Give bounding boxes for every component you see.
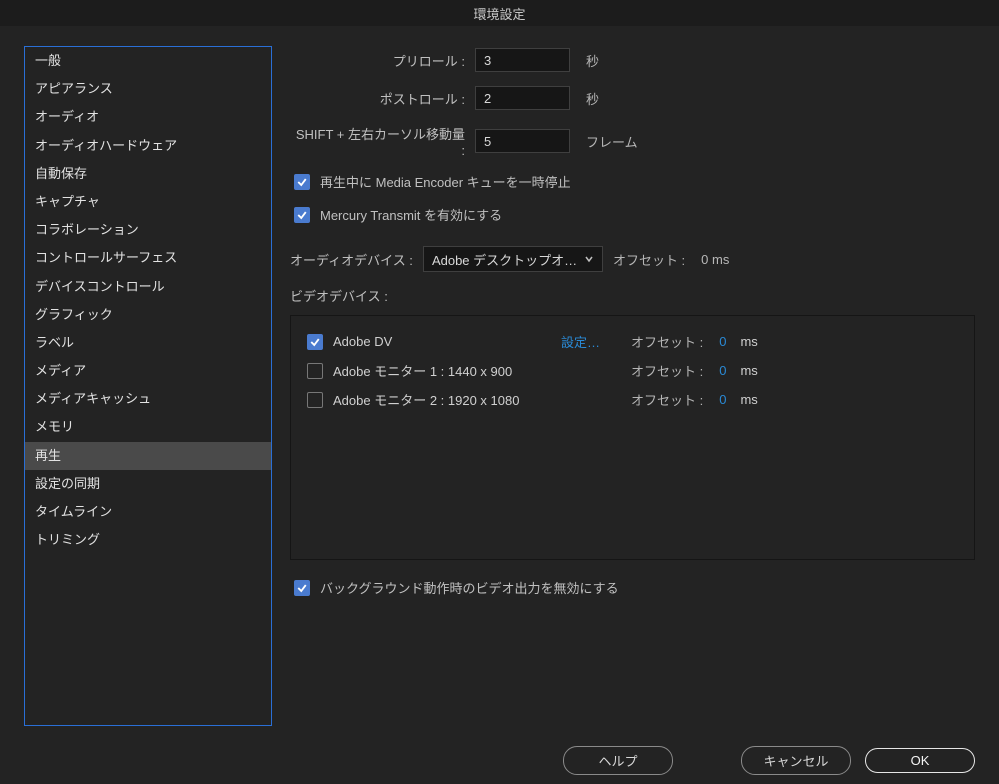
check-icon	[296, 176, 308, 188]
postroll-unit: 秒	[586, 89, 599, 108]
sidebar-item[interactable]: メモリ	[25, 413, 271, 441]
sidebar-item[interactable]: タイムライン	[25, 498, 271, 526]
sidebar-item[interactable]: 一般	[25, 47, 271, 75]
video-device-checkbox[interactable]	[307, 392, 323, 408]
video-offset-value[interactable]: 0	[719, 363, 726, 378]
video-device-list: Adobe DV設定…オフセット :0msAdobe モニター 1 : 1440…	[290, 315, 975, 560]
video-device-label: ビデオデバイス :	[290, 286, 975, 305]
video-offset-label: オフセット :	[631, 361, 703, 380]
main-area: 一般アピアランスオーディオオーディオハードウェア自動保存キャプチャコラボレーショ…	[0, 26, 999, 736]
sidebar-item[interactable]: 再生	[25, 442, 271, 470]
playback-panel: プリロール : 秒 ポストロール : 秒 SHIFT + 左右カーソル移動量 :…	[290, 46, 975, 736]
check-icon	[309, 336, 321, 348]
video-offset-label: オフセット :	[631, 390, 703, 409]
preroll-row: プリロール : 秒	[290, 48, 975, 72]
sidebar-item[interactable]: トリミング	[25, 526, 271, 554]
pause-encoder-label: 再生中に Media Encoder キューを一時停止	[320, 172, 571, 191]
sidebar-item[interactable]: オーディオハードウェア	[25, 132, 271, 160]
video-device-settings-link[interactable]: 設定…	[561, 332, 611, 351]
video-offset-unit: ms	[740, 363, 757, 378]
sidebar-item[interactable]: アピアランス	[25, 75, 271, 103]
shift-cursor-input[interactable]	[475, 129, 570, 153]
disable-bg-output-label: バックグラウンド動作時のビデオ出力を無効にする	[320, 578, 619, 597]
audio-device-label: オーディオデバイス :	[290, 250, 413, 269]
cancel-button[interactable]: キャンセル	[741, 746, 851, 775]
sidebar-item[interactable]: 設定の同期	[25, 470, 271, 498]
disable-bg-output-checkbox[interactable]	[294, 580, 310, 596]
video-device-item: Adobe モニター 1 : 1440 x 900 オフセット : 0 ms	[307, 361, 958, 380]
postroll-label: ポストロール :	[290, 89, 465, 108]
window-title: 環境設定	[0, 0, 999, 26]
audio-offset-value[interactable]: 0 ms	[701, 252, 729, 267]
sidebar-item[interactable]: メディアキャッシュ	[25, 385, 271, 413]
sidebar-item[interactable]: キャプチャ	[25, 188, 271, 216]
video-device-item: Adobe DV 設定… オフセット : 0 ms	[307, 332, 958, 351]
audio-device-select[interactable]: Adobe デスクトップオ…	[423, 246, 603, 272]
pause-encoder-row: 再生中に Media Encoder キューを一時停止	[294, 172, 975, 191]
shift-cursor-row: SHIFT + 左右カーソル移動量 : フレーム	[290, 124, 975, 158]
window-title-text: 環境設定	[473, 4, 525, 23]
preroll-input[interactable]	[475, 48, 570, 72]
audio-device-row: オーディオデバイス : Adobe デスクトップオ… オフセット : 0 ms	[290, 246, 975, 272]
video-device-name: Adobe DV	[333, 334, 551, 349]
video-offset-value[interactable]: 0	[719, 334, 726, 349]
sidebar-item[interactable]: グラフィック	[25, 301, 271, 329]
preroll-label: プリロール :	[290, 51, 465, 70]
shift-cursor-label: SHIFT + 左右カーソル移動量 :	[290, 124, 465, 158]
preroll-unit: 秒	[586, 51, 599, 70]
disable-bg-output-row: バックグラウンド動作時のビデオ出力を無効にする	[294, 578, 975, 597]
video-device-checkbox[interactable]	[307, 363, 323, 379]
check-icon	[296, 209, 308, 221]
sidebar-item[interactable]: デバイスコントロール	[25, 273, 271, 301]
pause-encoder-checkbox[interactable]	[294, 174, 310, 190]
video-device-item: Adobe モニター 2 : 1920 x 1080 オフセット : 0 ms	[307, 390, 958, 409]
mercury-transmit-checkbox[interactable]	[294, 207, 310, 223]
help-button[interactable]: ヘルプ	[563, 746, 673, 775]
mercury-transmit-label: Mercury Transmit を有効にする	[320, 205, 502, 224]
mercury-transmit-row: Mercury Transmit を有効にする	[294, 205, 975, 224]
sidebar-item[interactable]: メディア	[25, 357, 271, 385]
footer: ヘルプ キャンセル OK	[0, 736, 999, 784]
video-device-name: Adobe モニター 2 : 1920 x 1080	[333, 390, 551, 409]
sidebar-item[interactable]: 自動保存	[25, 160, 271, 188]
video-device-checkbox[interactable]	[307, 334, 323, 350]
chevron-down-icon	[584, 252, 594, 267]
sidebar-item[interactable]: ラベル	[25, 329, 271, 357]
postroll-row: ポストロール : 秒	[290, 86, 975, 110]
sidebar-item[interactable]: コラボレーション	[25, 216, 271, 244]
postroll-input[interactable]	[475, 86, 570, 110]
video-offset-value[interactable]: 0	[719, 392, 726, 407]
check-icon	[296, 582, 308, 594]
sidebar-item[interactable]: コントロールサーフェス	[25, 244, 271, 272]
video-offset-label: オフセット :	[631, 332, 703, 351]
audio-offset-label: オフセット :	[613, 250, 685, 269]
ok-button[interactable]: OK	[865, 748, 975, 773]
video-offset-unit: ms	[740, 334, 757, 349]
video-device-name: Adobe モニター 1 : 1440 x 900	[333, 361, 551, 380]
audio-device-value: Adobe デスクトップオ…	[432, 250, 577, 269]
sidebar: 一般アピアランスオーディオオーディオハードウェア自動保存キャプチャコラボレーショ…	[24, 46, 272, 726]
video-offset-unit: ms	[740, 392, 757, 407]
sidebar-item[interactable]: オーディオ	[25, 103, 271, 131]
shift-cursor-unit: フレーム	[586, 132, 638, 151]
